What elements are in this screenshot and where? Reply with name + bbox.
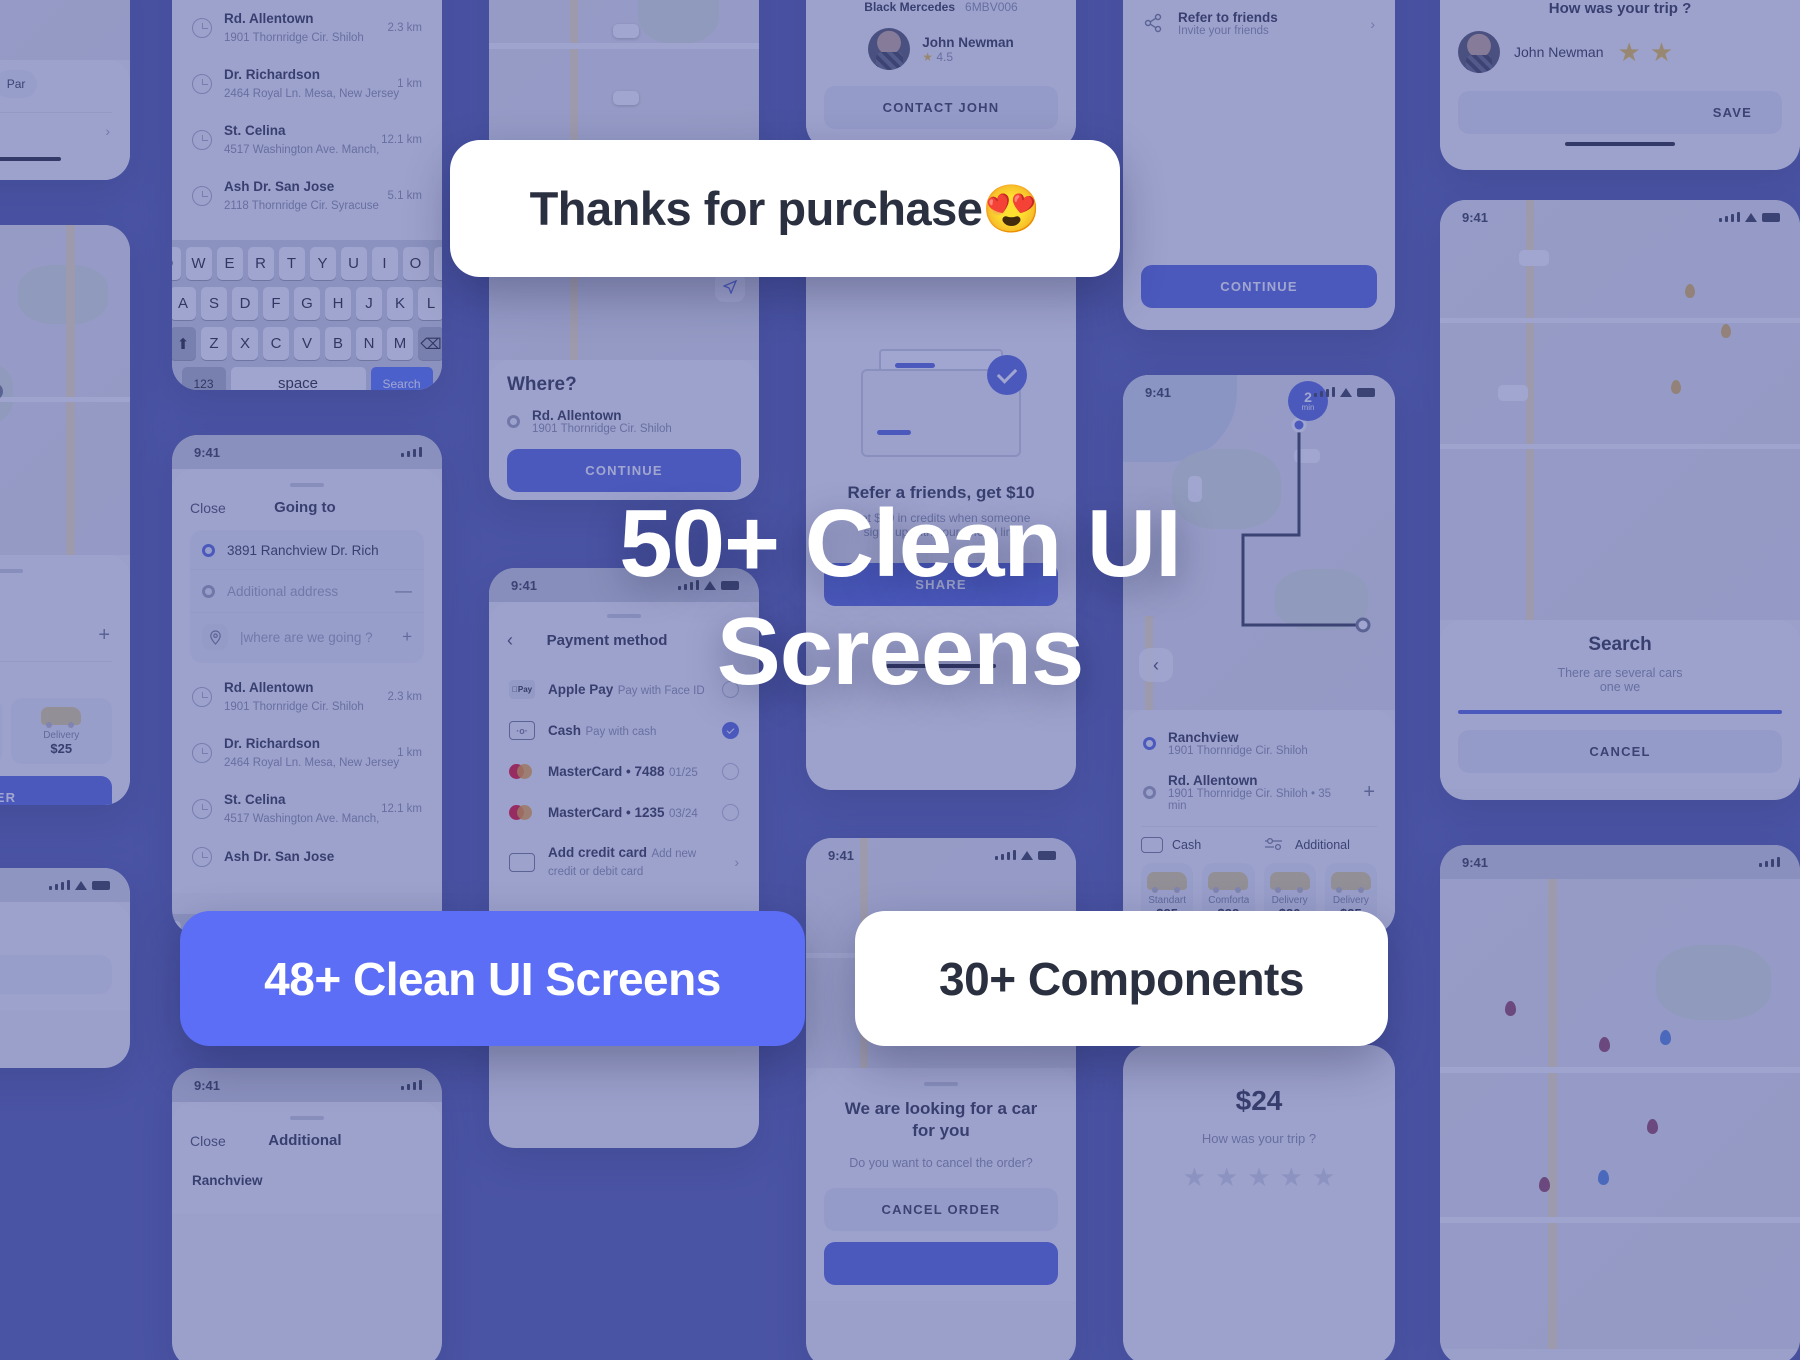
screens-badge-text: 48+ Clean UI Screens <box>264 952 721 1005</box>
hero-headline: 50+ Clean UI Screens <box>0 490 1800 705</box>
marketing-layer: Thanks for purchase😍 50+ Clean UI Screen… <box>0 0 1800 1360</box>
components-badge: 30+ Components <box>855 911 1388 1046</box>
thanks-badge: Thanks for purchase😍 <box>450 140 1120 277</box>
thanks-badge-text: Thanks for purchase😍 <box>529 181 1041 235</box>
hero-line-2: Screens <box>716 597 1085 705</box>
components-badge-text: 30+ Components <box>939 952 1304 1005</box>
screens-badge: 48+ Clean UI Screens <box>180 911 805 1046</box>
promo-canvas: New Jersey Par g ? › Shi <box>0 0 1800 1360</box>
hero-line-1: 50+ Clean UI <box>619 490 1182 597</box>
